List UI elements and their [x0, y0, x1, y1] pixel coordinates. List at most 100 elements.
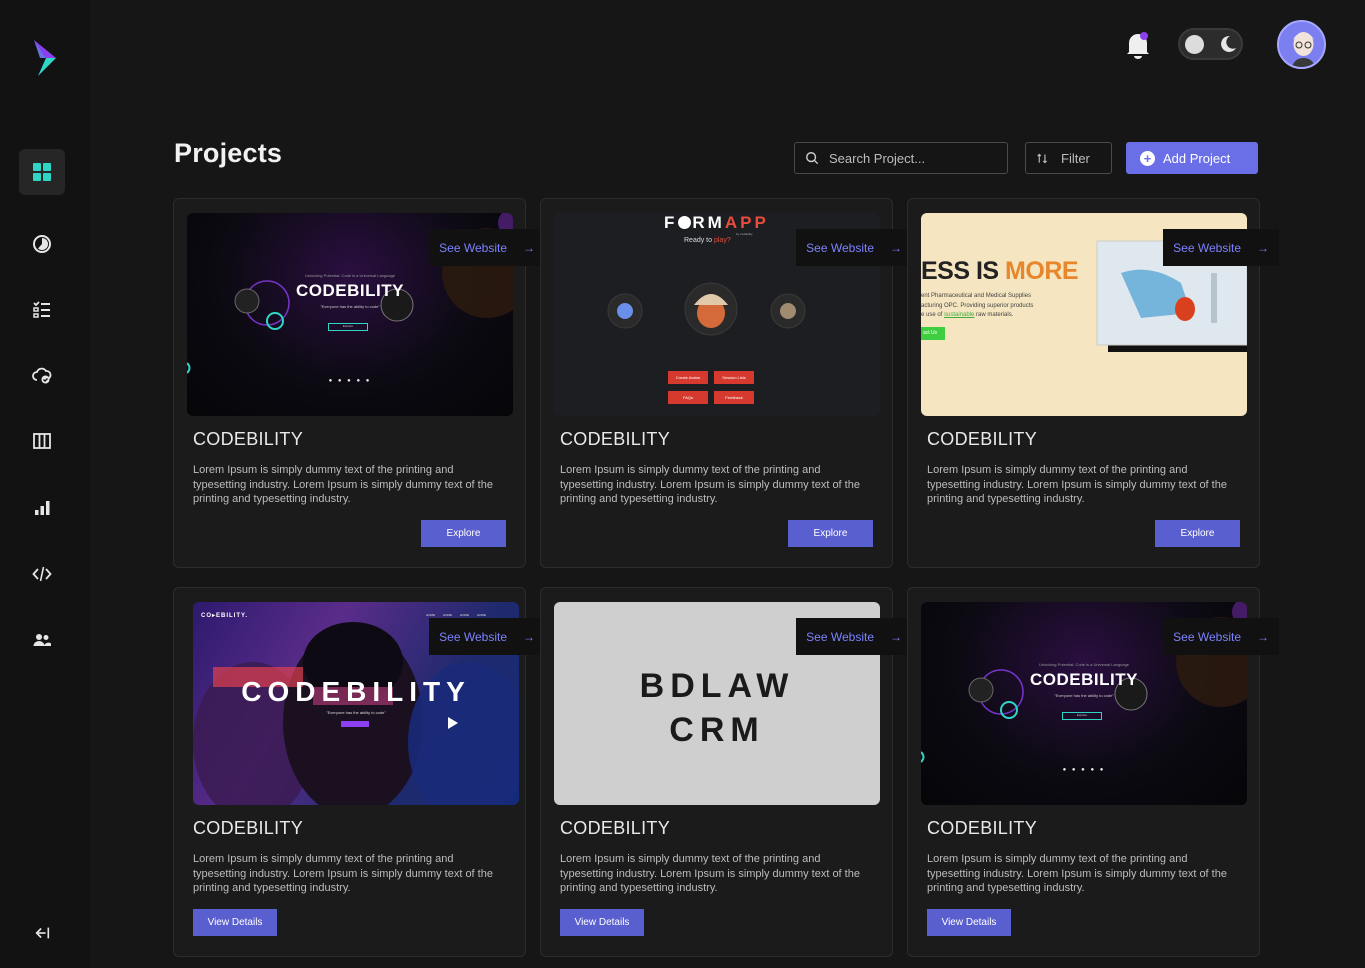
card-description: Lorem Ipsum is simply dummy text of the …	[193, 853, 493, 894]
arrow-right-icon: →	[890, 629, 902, 644]
thumb-social-icons: ● ● ● ● ●	[328, 378, 372, 384]
logo-icon[interactable]	[30, 40, 60, 76]
collapse-icon	[35, 927, 50, 939]
see-website-link[interactable]: See Website →	[1163, 618, 1279, 655]
see-website-link[interactable]: See Website →	[429, 229, 545, 266]
code-icon	[32, 566, 52, 582]
card-title: CODEBILITY	[193, 429, 304, 449]
thumb-social-icons: ● ● ● ● ●	[1062, 767, 1106, 773]
plus-icon: +	[1140, 150, 1155, 166]
formapp-sub: by codebility	[736, 232, 753, 236]
thumb-logo-text: CODEBILITY	[296, 281, 404, 300]
see-website-label: See Website	[439, 240, 507, 255]
arrow-right-icon: →	[1257, 629, 1269, 644]
see-website-link[interactable]: See Website →	[796, 229, 912, 266]
arrow-right-icon: →	[523, 240, 535, 255]
sidebar-item-code[interactable]	[19, 551, 65, 597]
bar-chart-icon	[35, 501, 50, 515]
arrow-right-icon: →	[1257, 240, 1269, 255]
people-quote: "Everyone has the ability to code"	[326, 710, 386, 715]
card-description: Lorem Ipsum is simply dummy text of the …	[193, 464, 493, 505]
card-title: CODEBILITY	[560, 429, 671, 449]
see-website-link[interactable]: See Website →	[429, 618, 545, 655]
sidebar-item-board[interactable]	[19, 418, 65, 464]
see-website-link[interactable]: See Website →	[1163, 229, 1279, 266]
dashboard-icon	[33, 163, 51, 181]
formapp-btn: Session Lists	[714, 371, 754, 384]
task-list-icon	[33, 301, 50, 318]
thumb-cta: Explore	[328, 323, 368, 331]
people-brand: CO▸EBILITY.	[201, 613, 249, 619]
project-card: Unlocking Potential: Code is a Universal…	[907, 587, 1279, 957]
card-description: Lorem Ipsum is simply dummy text of the …	[560, 853, 860, 894]
formapp-logo: F RMAPP	[664, 213, 769, 232]
arrow-right-icon: →	[523, 629, 535, 644]
people-cta	[341, 721, 369, 727]
cloud-check-icon	[32, 367, 52, 384]
user-avatar[interactable]	[1277, 20, 1326, 69]
sidebar	[0, 0, 90, 968]
bdlaw-logo: BDLAW CRM	[639, 667, 795, 749]
lab-cta: act Us	[921, 327, 945, 340]
toggle-knob	[1185, 35, 1204, 54]
team-icon	[33, 634, 51, 646]
sidebar-item-team[interactable]	[19, 617, 65, 663]
formapp-ready: Ready to play?	[684, 237, 731, 244]
card-title: CODEBILITY	[193, 818, 304, 838]
thumb-tagline: Unlocking Potential: Code is a Universal…	[1038, 662, 1130, 667]
search-input[interactable]	[829, 150, 999, 166]
card-description: Lorem Ipsum is simply dummy text of the …	[927, 853, 1227, 894]
notification-bell-icon[interactable]	[1124, 30, 1152, 60]
card-description: Lorem Ipsum is simply dummy text of the …	[927, 464, 1227, 505]
pie-chart-icon	[33, 235, 51, 253]
see-website-label: See Website	[1173, 240, 1241, 255]
see-website-label: See Website	[1173, 629, 1241, 644]
add-project-button[interactable]: + Add Project	[1126, 142, 1258, 174]
thumb-logo-text: CODEBILITY	[1030, 670, 1138, 689]
add-project-label: Add Project	[1163, 150, 1231, 166]
search-box[interactable]	[794, 142, 1008, 174]
see-website-label: See Website	[806, 240, 874, 255]
lab-headline: ESS IS MORE	[921, 257, 1079, 285]
see-website-label: See Website	[806, 629, 874, 644]
view-details-button[interactable]: View Details	[560, 909, 644, 936]
moon-icon	[1221, 35, 1236, 52]
page-title: Projects	[174, 138, 283, 168]
see-website-label: See Website	[439, 629, 507, 644]
see-website-link[interactable]: See Website →	[796, 618, 912, 655]
filter-label: Filter	[1061, 150, 1090, 166]
explore-button[interactable]: Explore	[1155, 520, 1240, 547]
formapp-btn: Create Avatar	[668, 371, 708, 384]
people-nav: HOME HOME HOME HOME	[426, 613, 486, 617]
card-description: Lorem Ipsum is simply dummy text of the …	[560, 464, 860, 505]
theme-toggle[interactable]	[1178, 28, 1243, 60]
sidebar-item-reports[interactable]	[19, 485, 65, 531]
project-card: ESS IS MORE ent Pharmaceutical and Medic…	[907, 198, 1279, 568]
lab-body: ent Pharmaceutical and Medical Supplies …	[921, 293, 1034, 318]
formapp-btn: FAQs	[668, 391, 708, 404]
view-details-button[interactable]: View Details	[193, 909, 277, 936]
card-title: CODEBILITY	[560, 818, 671, 838]
explore-button[interactable]: Explore	[421, 520, 506, 547]
thumb-quote: "Everyone has the ability to code"	[320, 304, 380, 309]
formapp-btn: Feedback	[714, 391, 754, 404]
project-card: BDLAW CRM See Website → CODEBILITY Lorem…	[540, 587, 912, 957]
sidebar-item-tasks[interactable]	[19, 286, 65, 332]
sidebar-item-analytics[interactable]	[19, 221, 65, 267]
collapse-sidebar-button[interactable]	[28, 920, 56, 946]
arrow-right-icon: →	[890, 240, 902, 255]
card-title: CODEBILITY	[927, 429, 1038, 449]
explore-button[interactable]: Explore	[788, 520, 873, 547]
avatar-icon	[1279, 22, 1324, 67]
thumb-tagline: Unlocking Potential: Code is a Universal…	[304, 273, 396, 278]
filter-button[interactable]: Filter	[1025, 142, 1112, 174]
search-icon	[806, 152, 819, 165]
sidebar-item-dashboard[interactable]	[19, 149, 65, 195]
project-card: Unlocking Potential: Code is a Universal…	[173, 198, 545, 568]
thumb-quote: "Everyone has the ability to code"	[1054, 693, 1114, 698]
people-headline: CODEBILITY	[241, 676, 471, 707]
project-card: F RMAPP by codebility Ready to play? Crea…	[540, 198, 912, 568]
view-details-button[interactable]: View Details	[927, 909, 1011, 936]
sidebar-item-deploy[interactable]	[19, 352, 65, 398]
project-card: CO▸EBILITY. HOME HOME HOME HOME CODEBILITY …	[173, 587, 545, 957]
